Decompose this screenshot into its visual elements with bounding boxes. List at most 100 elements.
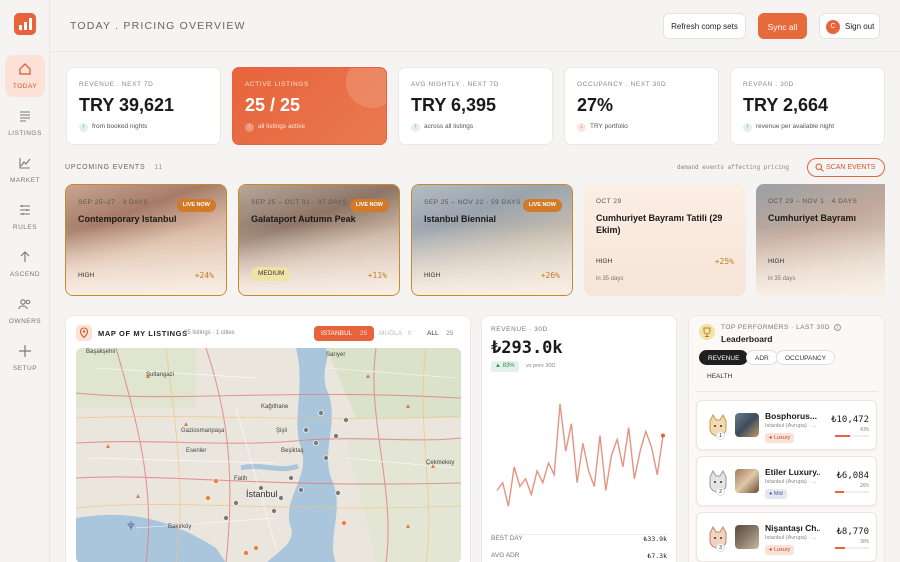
photo-fade <box>66 225 226 295</box>
trend-up-icon: ↑ <box>743 123 752 132</box>
event-card-cumhuriyet-tatili[interactable]: OCT 29 Cumhuriyet Bayramı Tatili (29 Eki… <box>584 184 746 296</box>
nav-setup[interactable]: SETUP <box>5 337 45 379</box>
kpi-sub: ↑ across all listings <box>411 123 473 132</box>
impact-label: MEDIUM <box>251 267 292 281</box>
live-now-badge: LIVE NOW <box>349 199 389 212</box>
kpi-sub: ↑ from booked nights <box>79 123 147 132</box>
map-label-besiktas: Beşiktaş <box>281 448 304 454</box>
share-bar-fill <box>835 435 850 437</box>
revenue-line-chart[interactable] <box>491 378 669 528</box>
sync-all-button[interactable]: Sync all <box>758 13 807 39</box>
listing-name: Etiler Luxury... <box>765 467 820 477</box>
chip-occupancy[interactable]: OCCUPANCY <box>776 350 836 365</box>
event-name: Istanbul Biennial <box>424 214 497 224</box>
chip-adr[interactable]: ADR <box>746 350 778 365</box>
page-title: TODAY . PRICING OVERVIEW <box>70 20 246 32</box>
leaderboard-row[interactable]: 2 Etiler Luxury... İstanbul (Avrupa) · .… <box>696 456 877 506</box>
revenue-last-point[interactable] <box>661 433 665 438</box>
share-bar <box>835 547 869 549</box>
kpi-revenue[interactable]: REVENUE . NEXT 7D TRY 39,621 ↑ from booke… <box>66 67 221 145</box>
kpi-value: TRY 39,621 <box>79 95 175 115</box>
map-label-sultangazi: Sultangazi <box>146 372 175 378</box>
tab-mugla[interactable]: MUĞLA 0 <box>372 326 418 341</box>
events-note: demand events affecting pricing <box>677 164 789 171</box>
tier-label: Mid <box>773 491 783 497</box>
kpi-sub: ↑ all listings active <box>245 123 305 132</box>
kpi-sub-text: TRY portfolio <box>590 123 628 130</box>
arrow-up-icon <box>20 251 30 262</box>
scan-events-button[interactable]: SCAN EVENTS <box>807 158 885 177</box>
plus-icon <box>19 345 31 357</box>
event-card-contemporary-istanbul[interactable]: SEP 25–27 · 3 DAYS LIVE NOW Contemporary… <box>65 184 227 296</box>
event-name: Cumhuriyet Bayramı <box>768 213 857 223</box>
nav-market[interactable]: MARKET <box>5 149 45 191</box>
nav-listings[interactable]: LISTINGS <box>5 102 45 144</box>
nav-rules[interactable]: RULES <box>5 196 45 238</box>
share-bar <box>835 491 869 493</box>
sign-out-button[interactable]: C Sign out <box>819 13 880 39</box>
best-day-row: BEST DAY ₺33.9k <box>491 534 667 543</box>
bar-chart-logo-icon <box>19 18 32 30</box>
event-card-cumhuriyet-bayrami[interactable]: OCT 29 – NOV 1 · 4 DAYS Cumhuriyet Bayra… <box>756 184 885 296</box>
top-bar: TODAY . PRICING OVERVIEW Refresh comp se… <box>50 0 900 52</box>
chip-health[interactable]: HEALTH <box>699 369 740 384</box>
tab-label: ALL <box>427 330 439 337</box>
listing-thumbnail <box>735 469 759 493</box>
listing-thumbnail <box>735 525 759 549</box>
listing-name: Bosphorus... <box>765 411 817 421</box>
info-icon[interactable]: i <box>834 324 842 331</box>
revenue-change-sub: vs prev 30D <box>526 363 556 369</box>
tier-badge: ● Mid <box>765 489 787 499</box>
chip-revenue[interactable]: REVENUE <box>699 350 749 365</box>
rules-icon <box>20 205 30 215</box>
app-logo[interactable] <box>14 13 36 35</box>
map-label-gaziosmanpasa: Gaziosmanpaşa <box>181 428 225 434</box>
listing-share: 30% <box>859 539 869 545</box>
leaderboard-row[interactable]: 1 Bosphorus... İstanbul (Avrupa) · ... ●… <box>696 400 877 450</box>
tier-label: Luxury <box>773 547 791 553</box>
leaderboard-panel: TOP PERFORMERS · LAST 30D i Leaderboard … <box>688 315 885 562</box>
event-name: Contemporary Istanbul <box>78 214 177 224</box>
event-card-istanbul-biennial[interactable]: SEP 25 – NOV 22 · 59 DAYS LIVE NOW Istan… <box>411 184 573 296</box>
best-day-label: BEST DAY <box>491 535 523 542</box>
divider <box>695 391 878 392</box>
map-label-esenler: Esenler <box>186 448 207 454</box>
kpi-active-listings[interactable]: ACTIVE LISTINGS 25 / 25 ↑ all listings ac… <box>232 67 387 145</box>
kpi-sub-text: across all listings <box>424 123 474 130</box>
nav-owners[interactable]: OWNERS <box>5 290 45 332</box>
event-name: Galataport Autumn Peak <box>251 214 356 224</box>
trend-up-icon: ↑ <box>79 123 88 132</box>
map-label-istanbul: İstanbul <box>246 489 278 499</box>
trend-up-icon: ↑ <box>245 123 254 132</box>
listing-location: İstanbul (Avrupa) · ... <box>765 479 817 485</box>
refresh-comp-sets-button[interactable]: Refresh comp sets <box>663 13 746 39</box>
nav-today[interactable]: TODAY <box>5 55 45 97</box>
event-date: OCT 29 <box>596 198 622 205</box>
photo-fade <box>239 225 399 295</box>
event-card-galataport[interactable]: SEP 25 – OCT 31 · 37 DAYS LIVE NOW Galat… <box>238 184 400 296</box>
avg-adr-row: AVG ADR ₺7.3k <box>491 552 667 560</box>
tab-all[interactable]: ALL 25 <box>420 326 460 341</box>
tab-istanbul[interactable]: ISTANBUL 25 <box>314 326 375 341</box>
nav-ascend[interactable]: ASCEND <box>5 243 45 285</box>
map-label-fatih: Fatih <box>234 476 248 482</box>
leaderboard-row[interactable]: 3 Nişantaşı Ch... İstanbul (Avrupa) · ..… <box>696 512 877 562</box>
kpi-occupancy[interactable]: OCCUPANCY . NEXT 30D 27% ↓ TRY portfolio <box>564 67 719 145</box>
home-icon <box>19 63 31 75</box>
impact-label: HIGH <box>768 258 785 265</box>
listings-map[interactable]: Başakşehir Sultangazi Sarıyer Kağıthane … <box>76 348 461 562</box>
share-bar-fill <box>835 491 844 493</box>
live-now-badge: LIVE NOW <box>176 199 216 212</box>
kpi-revpan[interactable]: REVPAN . 30D TRY 2,664 ↑ revenue per avai… <box>730 67 885 145</box>
kpi-avg-nightly[interactable]: AVG NIGHTLY . NEXT 7D TRY 6,395 ↑ across … <box>398 67 553 145</box>
sidebar: TODAY LISTINGS MARKET RULES ASCEND OWNER… <box>0 0 50 562</box>
leaderboard-section-text: TOP PERFORMERS · LAST 30D <box>721 324 830 331</box>
revenue-value: ₺293.0k <box>491 338 563 358</box>
listing-revenue: ₺10,472 <box>831 415 869 425</box>
avg-adr-label: AVG ADR <box>491 552 520 559</box>
rank-badge: 1 <box>716 431 725 440</box>
nav-label: OWNERS <box>8 318 42 325</box>
event-date: SEP 25 – NOV 22 · 59 DAYS <box>424 199 521 206</box>
kpi-sub-text: from booked nights <box>92 123 148 130</box>
tier-badge: ● Luxury <box>765 433 795 443</box>
